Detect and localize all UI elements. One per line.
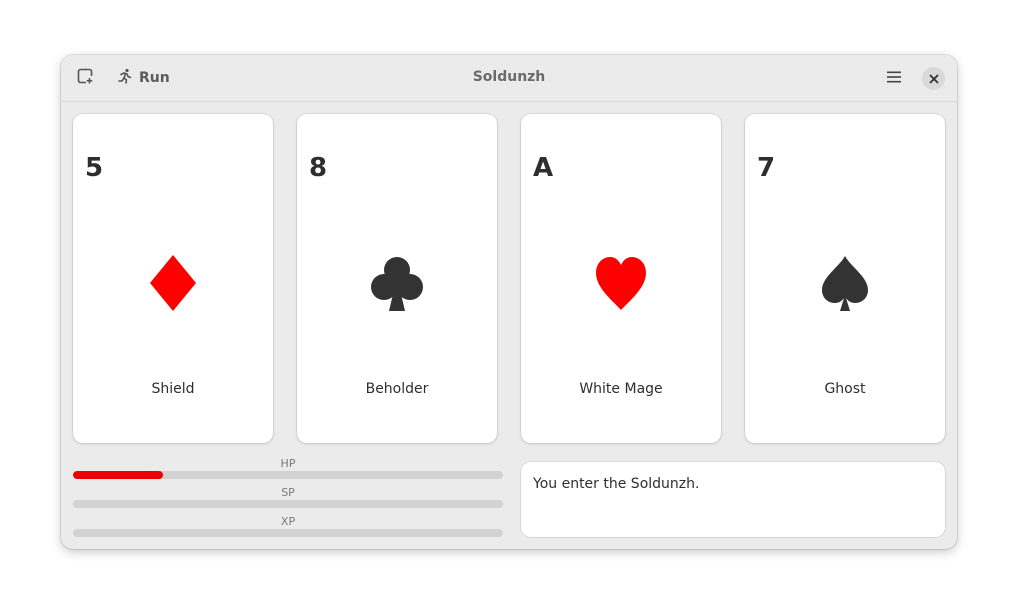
xp-bar — [73, 529, 503, 537]
card-name: Beholder — [365, 381, 429, 397]
card-2[interactable]: 8 Beholder — [297, 114, 497, 443]
diamond-suit-icon — [147, 253, 199, 313]
header-bar: Run Soldunzh — [61, 55, 957, 102]
card-3[interactable]: A White Mage — [521, 114, 721, 443]
player-stats: HP SP XP — [73, 456, 503, 542]
window-title: Soldunzh — [472, 69, 546, 85]
main-menu-button[interactable] — [881, 66, 907, 90]
card-name: Ghost — [824, 381, 866, 397]
sp-bar — [73, 500, 503, 508]
card-4[interactable]: 7 Ghost — [745, 114, 945, 443]
hp-label: HP — [280, 457, 296, 470]
card-rank: A — [533, 153, 554, 183]
card-1[interactable]: 5 Shield — [73, 114, 273, 443]
hamburger-menu-icon — [886, 69, 902, 88]
heart-suit-icon — [595, 253, 647, 313]
spade-suit-icon — [819, 253, 871, 313]
card-name: White Mage — [579, 381, 663, 397]
card-name: Shield — [151, 381, 195, 397]
card-rank: 5 — [85, 153, 104, 183]
card-rank: 8 — [309, 153, 328, 183]
sp-label: SP — [281, 486, 295, 499]
hp-bar-fill — [73, 471, 164, 479]
club-suit-icon — [371, 253, 423, 313]
close-icon — [929, 69, 939, 88]
card-rank: 7 — [757, 153, 776, 183]
app-window: Run Soldunzh 5 Shield 8 Beholder A White… — [61, 55, 957, 549]
message-log: You enter the Soldunzh. — [521, 462, 945, 537]
xp-label: XP — [280, 515, 296, 528]
log-message: You enter the Soldunzh. — [533, 476, 700, 492]
close-button[interactable] — [922, 67, 945, 90]
hp-bar — [73, 471, 503, 479]
